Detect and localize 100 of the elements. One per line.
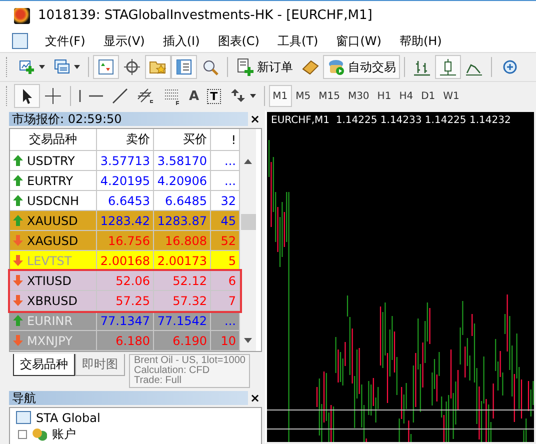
toolbar-button[interactable]: 新订单 bbox=[232, 55, 297, 79]
arrows-up-down-icon bbox=[97, 58, 115, 76]
toolbar-button[interactable] bbox=[14, 84, 40, 108]
ask-cell: 57.32 bbox=[154, 291, 211, 310]
ask-cell: 6.190 bbox=[154, 331, 211, 350]
quote-row[interactable]: XTIUSD 52.06 52.12 6 bbox=[10, 271, 240, 291]
timeframe-button[interactable]: M5 bbox=[292, 85, 315, 107]
timeframe-button[interactable]: M1 bbox=[268, 85, 292, 107]
scrollbar[interactable] bbox=[240, 129, 256, 351]
timeframe-button[interactable]: H4 bbox=[395, 85, 418, 107]
bid-cell: 57.25 bbox=[97, 291, 154, 310]
list-window-icon bbox=[175, 58, 193, 76]
quote-row[interactable]: USDTRY 3.57713 3.58170 ... bbox=[10, 151, 240, 171]
arrows-icon bbox=[228, 87, 247, 105]
bar-chart-icon bbox=[413, 58, 431, 76]
quote-row[interactable]: LEVTST 2.00168 2.00173 5 bbox=[10, 251, 240, 271]
text-tool-button[interactable]: T bbox=[203, 84, 225, 108]
bid-cell: 16.756 bbox=[97, 231, 154, 250]
menu-item[interactable]: 显示(V) bbox=[94, 32, 154, 50]
spread-cell: 6 bbox=[211, 271, 240, 290]
symbol-text: MXNJPY bbox=[27, 334, 72, 348]
column-header[interactable]: 交易品种 bbox=[10, 129, 97, 150]
symbol-text: XAUUSD bbox=[27, 214, 78, 228]
window-icon[interactable] bbox=[12, 33, 28, 49]
bid-cell: 6.180 bbox=[97, 331, 154, 350]
vertical-line-icon bbox=[79, 90, 81, 102]
ask-cell: 6.6485 bbox=[154, 191, 211, 210]
quote-row[interactable]: USDCNH 6.6453 6.6485 32 bbox=[10, 191, 240, 211]
crosshair-icon bbox=[123, 58, 141, 76]
quote-row[interactable]: XBRUSD 57.25 57.32 7 bbox=[10, 291, 240, 311]
ask-cell: 3.58170 bbox=[154, 151, 211, 170]
menu-item[interactable]: 窗口(W) bbox=[327, 32, 390, 50]
horizontal-line-icon bbox=[89, 95, 103, 97]
crosshair-icon bbox=[44, 87, 62, 105]
tooltip-text: Calculation: CFD bbox=[134, 366, 211, 376]
window-icon bbox=[16, 411, 31, 424]
candlestick-icon bbox=[439, 58, 457, 76]
symbol-text: USDCNH bbox=[27, 194, 80, 208]
windows-icon bbox=[53, 58, 71, 76]
menu-item[interactable]: 文件(F) bbox=[36, 32, 94, 50]
tree-item[interactable]: 账户 bbox=[52, 426, 76, 443]
menu-item[interactable]: 工具(T) bbox=[268, 32, 328, 50]
symbol-text: EURINR bbox=[27, 314, 73, 328]
quote-row[interactable]: XAGUSD 16.756 16.808 52 bbox=[10, 231, 240, 251]
close-button[interactable]: × bbox=[248, 112, 262, 126]
bid-cell: 77.1347 bbox=[97, 311, 154, 330]
chart-caption: EURCHF,M1 1.14225 1.14233 1.14225 1.14232 bbox=[270, 114, 512, 128]
chart-plus-icon bbox=[18, 58, 36, 76]
text-tool-button[interactable]: A bbox=[185, 84, 204, 108]
symbol-text: LEVTST bbox=[27, 254, 72, 268]
column-header[interactable]: 买价 bbox=[154, 129, 211, 150]
timeframe-button[interactable]: D1 bbox=[417, 85, 440, 107]
tab[interactable]: 即时图 bbox=[75, 354, 125, 376]
ask-cell: 2.00173 bbox=[154, 251, 211, 270]
bid-cell: 4.20195 bbox=[97, 171, 154, 190]
ask-cell: 1283.87 bbox=[154, 211, 211, 230]
scroll-up-icon[interactable] bbox=[244, 159, 252, 164]
dotted-lines-icon bbox=[163, 87, 181, 105]
app-logo-icon bbox=[14, 8, 30, 24]
toolbar-button[interactable] bbox=[171, 55, 197, 79]
timeframe-button[interactable]: M15 bbox=[314, 85, 344, 107]
close-button[interactable]: × bbox=[248, 391, 262, 405]
scroll-down-icon[interactable] bbox=[244, 338, 252, 343]
symbol-text: XAGUSD bbox=[27, 234, 78, 248]
timeframe-button[interactable]: W1 bbox=[439, 85, 464, 107]
symbol-text: XTIUSD bbox=[27, 274, 72, 288]
quote-row[interactable]: EURTRY 4.20195 4.20906 ... bbox=[10, 171, 240, 191]
ask-cell: 16.808 bbox=[154, 231, 211, 250]
bid-cell: 6.6453 bbox=[97, 191, 154, 210]
diagonal-line-icon bbox=[111, 87, 129, 105]
collapse-icon[interactable] bbox=[18, 430, 27, 439]
tooltip-text: Trade: Full bbox=[134, 376, 182, 386]
magnifier-icon bbox=[201, 58, 219, 76]
spread-cell: 7 bbox=[211, 291, 240, 310]
tooltip-text: Brent Oil - US, 1lot=1000 bbox=[134, 356, 246, 366]
toolbar-button[interactable]: 自动交易 bbox=[323, 55, 400, 79]
toolbar-button[interactable] bbox=[435, 55, 461, 79]
symbol-text: XBRUSD bbox=[27, 294, 78, 308]
menu-item[interactable]: 图表(C) bbox=[208, 32, 268, 50]
menu-item[interactable]: 插入(I) bbox=[154, 32, 209, 50]
window-title: 1018139: STAGlobalInvestments-HK - [EURCHF,M1] bbox=[38, 8, 372, 23]
channel-icon bbox=[137, 87, 155, 105]
scroll-thumb[interactable] bbox=[240, 214, 256, 230]
menu-item[interactable]: 帮助(H) bbox=[390, 32, 451, 50]
people-icon bbox=[32, 428, 47, 441]
document-plus-icon bbox=[236, 58, 254, 76]
timeframe-button[interactable]: M30 bbox=[344, 85, 374, 107]
quote-row[interactable]: XAUUSD 1283.42 1283.87 45 bbox=[10, 211, 240, 231]
timeframe-button[interactable]: H1 bbox=[373, 85, 396, 107]
symbol-text: USDTRY bbox=[27, 154, 75, 168]
panel-title: 市场报价: 02:59:50 bbox=[12, 110, 122, 128]
column-header[interactable]: 卖价 bbox=[97, 129, 154, 150]
bid-cell: 3.57713 bbox=[97, 151, 154, 170]
ask-cell: 4.20906 bbox=[154, 171, 211, 190]
tree-item[interactable]: STA Global bbox=[36, 410, 100, 424]
ask-cell: 52.12 bbox=[154, 271, 211, 290]
bid-cell: 2.00168 bbox=[97, 251, 154, 270]
symbol-text: EURTRY bbox=[27, 174, 74, 188]
ask-cell: 77.1542 bbox=[154, 311, 211, 330]
tab[interactable]: 交易品种 bbox=[13, 354, 75, 376]
